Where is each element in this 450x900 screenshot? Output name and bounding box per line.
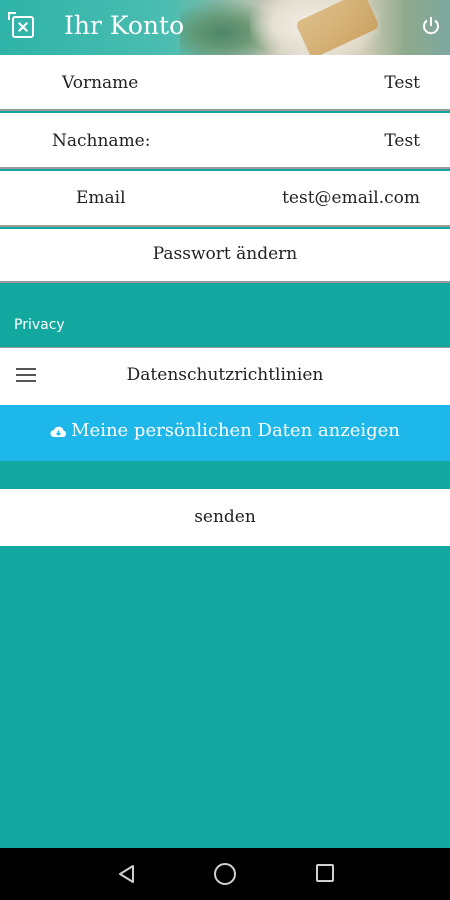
first-name-value: Test — [384, 73, 420, 93]
last-name-row[interactable]: Nachname: Test — [0, 113, 450, 169]
close-menu-icon[interactable] — [8, 12, 34, 38]
recent-apps-icon[interactable] — [316, 864, 334, 882]
privacy-section-label: Privacy — [14, 317, 65, 333]
system-navigation-bar — [0, 848, 450, 900]
page-title: Ihr Konto — [64, 11, 185, 40]
email-value: test@email.com — [282, 188, 420, 208]
first-name-row[interactable]: Vorname Test — [0, 55, 450, 111]
home-icon[interactable] — [214, 863, 236, 885]
cloud-download-icon — [50, 426, 67, 437]
email-row[interactable]: Email test@email.com — [0, 171, 450, 227]
back-icon[interactable] — [117, 864, 137, 884]
privacy-policy-label: Datenschutzrichtlinien — [126, 365, 324, 385]
app-header: Ihr Konto — [0, 0, 450, 55]
change-password-button[interactable]: Passwort ändern — [0, 229, 450, 283]
privacy-policy-item[interactable]: Datenschutzrichtlinien — [0, 347, 450, 405]
last-name-label: Nachname: — [52, 131, 151, 151]
show-personal-data-content: Meine persönlichen Daten anzeigen — [0, 420, 450, 441]
show-personal-data-label: Meine persönlichen Daten anzeigen — [71, 420, 400, 441]
first-name-label: Vorname — [62, 73, 139, 93]
send-label: senden — [194, 507, 256, 527]
power-icon[interactable] — [421, 16, 441, 36]
send-button[interactable]: senden — [0, 489, 450, 546]
email-label: Email — [76, 188, 126, 208]
change-password-label: Passwort ändern — [152, 244, 298, 264]
show-personal-data-button[interactable]: Meine persönlichen Daten anzeigen — [0, 405, 450, 461]
last-name-value: Test — [384, 131, 420, 151]
